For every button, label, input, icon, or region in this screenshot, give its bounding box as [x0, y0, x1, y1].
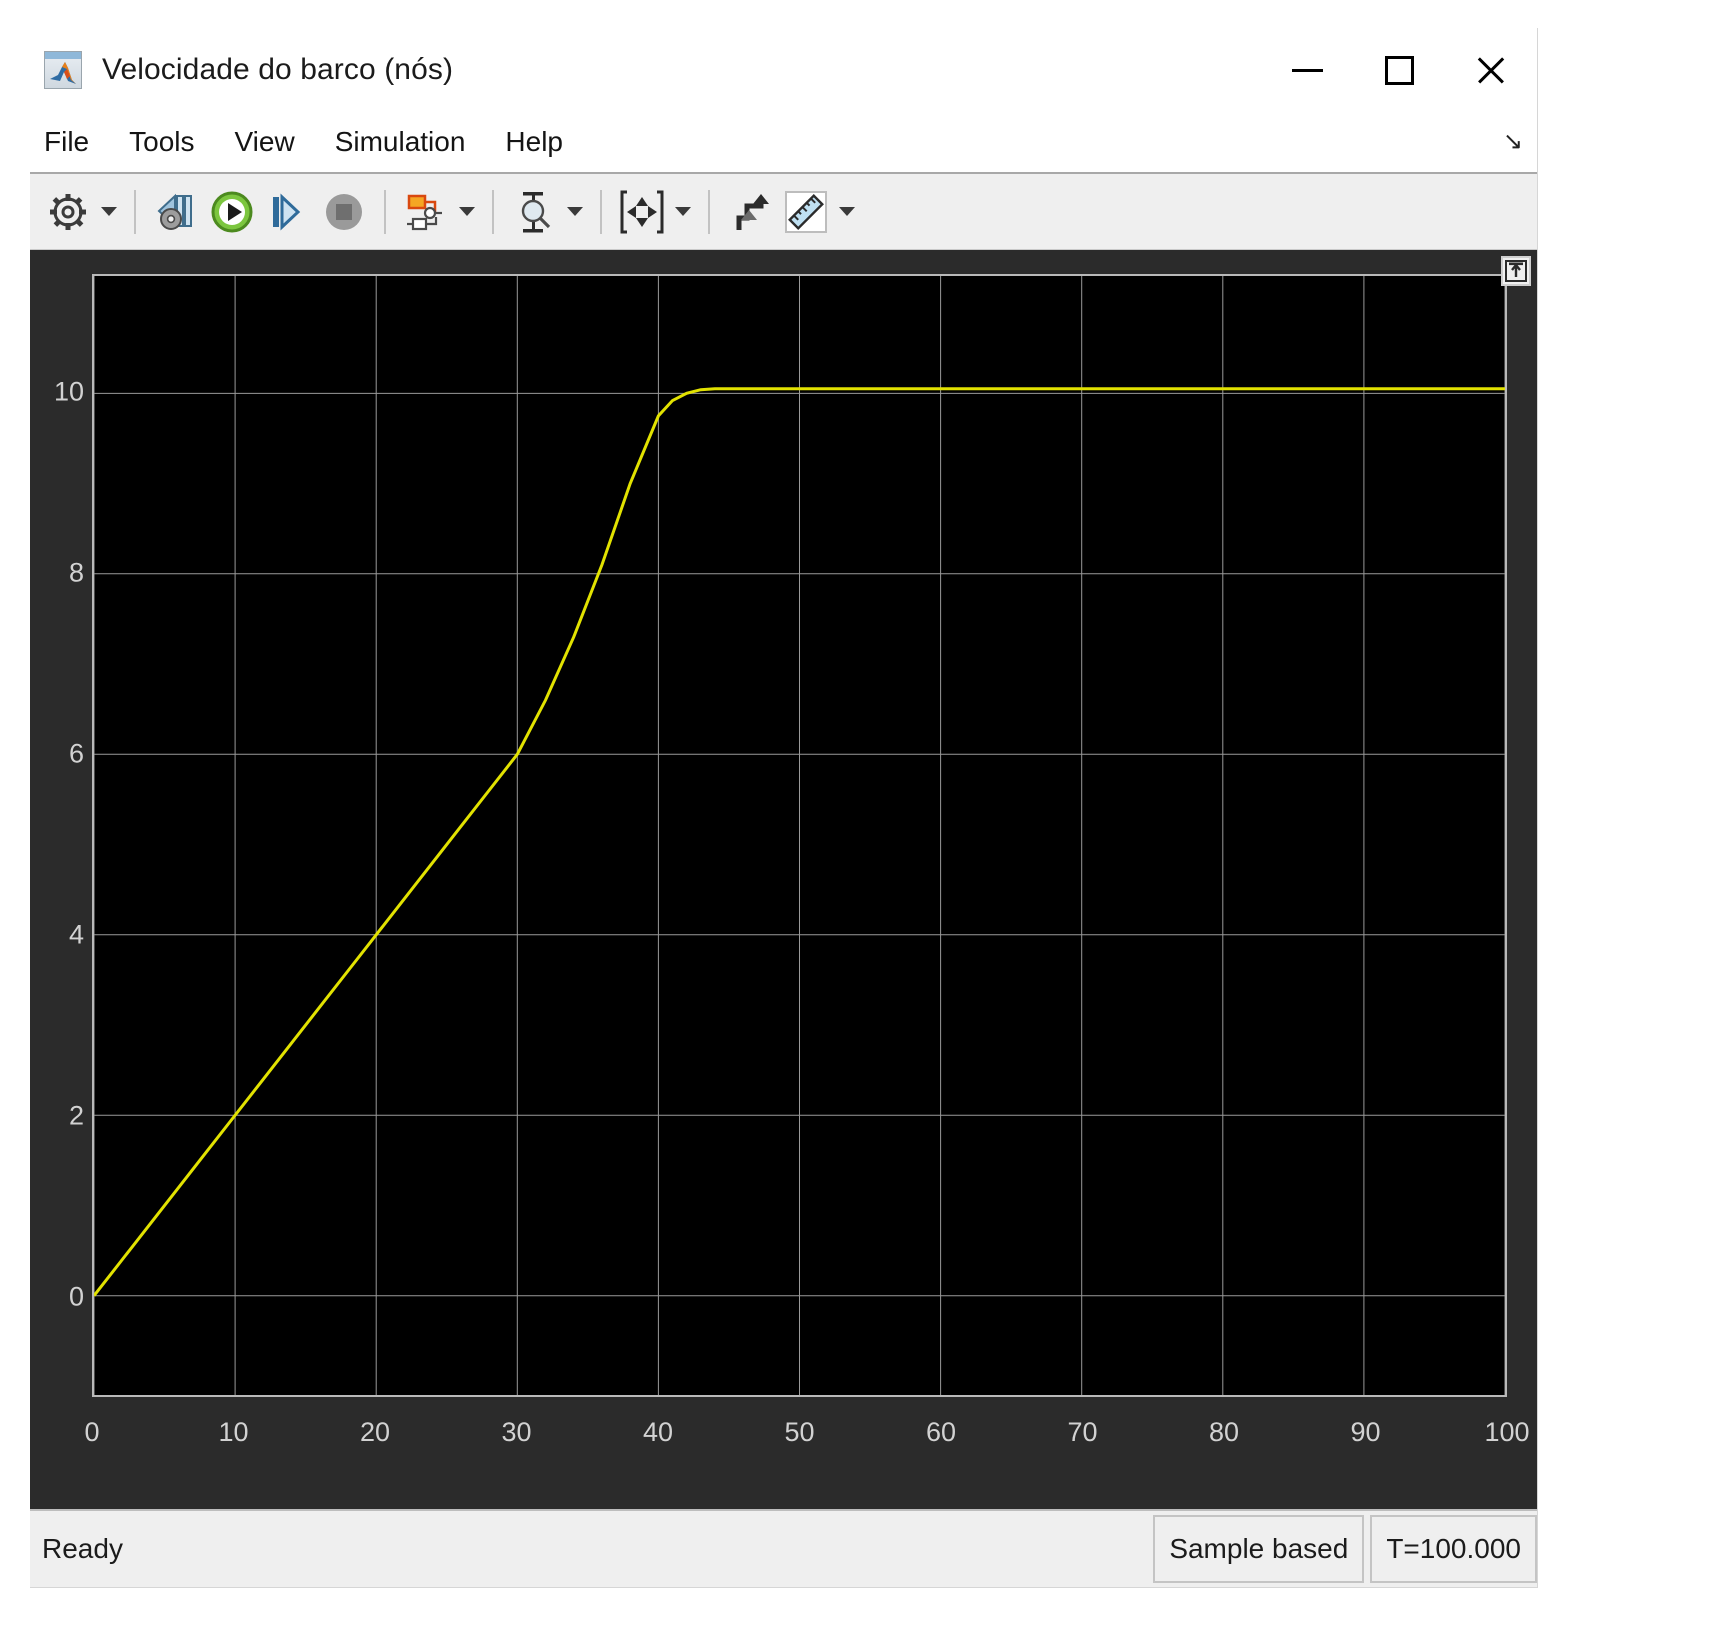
chart-y-axis-labels: 0 2 4 6 8 10: [30, 274, 90, 1397]
menu-item-help[interactable]: Help: [505, 126, 563, 158]
toolbar-separator: [708, 189, 710, 234]
chevron-down-icon: [675, 207, 691, 216]
measurements-ruler-dropdown[interactable]: [834, 184, 860, 240]
menu-item-file[interactable]: File: [44, 126, 89, 158]
x-tick-label: 10: [218, 1417, 249, 1447]
y-tick-label: 8: [68, 557, 84, 588]
fit-to-view-dropdown[interactable]: [670, 184, 696, 240]
x-tick-label: 0: [84, 1417, 100, 1447]
chart-x-axis-labels: 0 10 20 30 40 50 60 70 80 90 100: [84, 1417, 1529, 1457]
x-tick-label: 70: [1067, 1417, 1098, 1447]
toolbar-separator: [492, 189, 494, 234]
block-diagram-dropdown[interactable]: [454, 184, 480, 240]
window-controls: [1261, 28, 1537, 112]
window-title: Velocidade do barco (nós): [102, 53, 454, 86]
stop-icon[interactable]: [316, 184, 372, 240]
y-tick-label: 0: [68, 1281, 84, 1312]
cursor-measurements-dropdown[interactable]: [562, 184, 588, 240]
measurements-ruler-icon[interactable]: [778, 184, 834, 240]
status-bar: Ready Sample based T=100.000: [30, 1509, 1537, 1587]
y-tick-label: 6: [68, 738, 84, 769]
dock-pin-icon[interactable]: [1501, 256, 1531, 286]
toolbar: [30, 174, 1537, 250]
x-tick-label: 40: [642, 1417, 674, 1447]
block-diagram-icon[interactable]: [398, 184, 454, 240]
configuration-properties-icon[interactable]: [40, 184, 96, 240]
y-tick-label: 2: [68, 1100, 84, 1131]
y-tick-label: 10: [53, 376, 84, 407]
x-tick-label: 50: [784, 1417, 815, 1447]
run-back-to-start-icon[interactable]: [148, 184, 204, 240]
toolbar-separator: [600, 189, 602, 234]
x-tick-label: 90: [1350, 1417, 1381, 1447]
menu-item-view[interactable]: View: [235, 126, 295, 158]
status-badge-sample-mode: Sample based: [1153, 1515, 1365, 1583]
menu-item-tools[interactable]: Tools: [129, 126, 194, 158]
toolbar-separator: [134, 189, 136, 234]
x-tick-label: 20: [359, 1417, 391, 1447]
chart-gridlines: [94, 276, 1505, 1395]
chevron-down-icon: [459, 207, 475, 216]
minimize-button[interactable]: [1261, 28, 1353, 112]
scope-plot-area: 0 2 4 6 8 10 0 10 20 30 40 50 60 70 80 90 100: [30, 250, 1537, 1509]
title-bar: Velocidade do barco (nós): [30, 28, 1537, 112]
step-forward-icon[interactable]: [260, 184, 316, 240]
chevron-down-icon: [839, 207, 855, 216]
x-tick-label: 100: [1484, 1417, 1530, 1447]
menu-overflow-icon[interactable]: ↘: [1503, 130, 1523, 154]
x-tick-label: 30: [501, 1417, 532, 1447]
toolbar-separator: [384, 189, 386, 234]
matlab-scope-icon: [44, 51, 82, 89]
fit-to-view-icon[interactable]: [614, 184, 670, 240]
highlight-signal-icon[interactable]: [722, 184, 778, 240]
menu-item-simulation[interactable]: Simulation: [335, 126, 466, 158]
x-tick-label: 60: [925, 1417, 957, 1447]
close-button[interactable]: [1445, 28, 1537, 112]
configuration-properties-dropdown[interactable]: [96, 184, 122, 240]
status-badge-time: T=100.000: [1370, 1515, 1537, 1583]
maximize-icon: [1384, 55, 1414, 85]
chart-axes: [92, 274, 1507, 1397]
chevron-down-icon: [101, 207, 117, 216]
chart-canvas: [94, 276, 1505, 1395]
minimize-icon: [1291, 68, 1323, 72]
y-tick-label: 4: [68, 919, 84, 950]
chevron-down-icon: [567, 207, 583, 216]
menu-bar: File Tools View Simulation Help ↘: [30, 112, 1537, 174]
close-icon: [1474, 53, 1508, 87]
cursor-measurements-icon[interactable]: [506, 184, 562, 240]
maximize-button[interactable]: [1353, 28, 1445, 112]
status-panels: Sample based T=100.000: [1147, 1515, 1537, 1583]
status-message: Ready: [42, 1533, 123, 1564]
run-play-icon[interactable]: [204, 184, 260, 240]
simulink-scope-window: Velocidade do barco (nós) File Tools Vie…: [30, 28, 1538, 1588]
scope-window-root: Velocidade do barco (nós) File Tools Vie…: [0, 0, 1735, 1638]
x-tick-label: 80: [1208, 1417, 1240, 1447]
